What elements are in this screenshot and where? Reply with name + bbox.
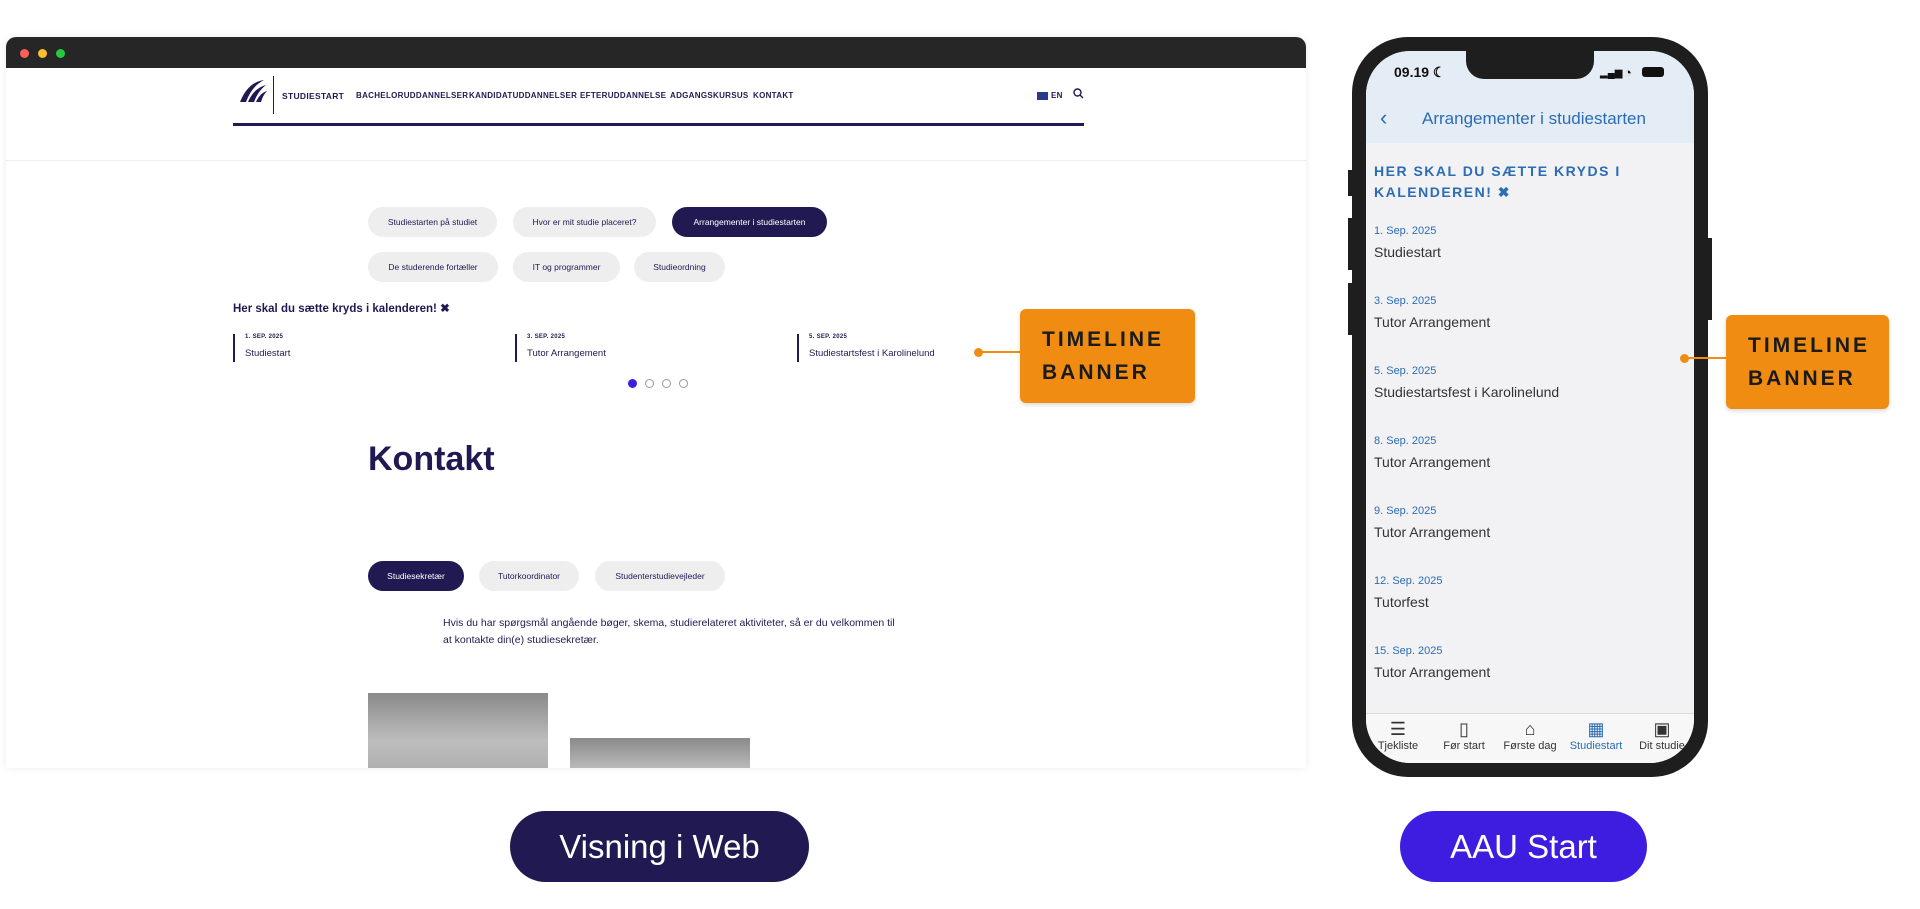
timeline-banner-callout: TIMELINE BANNER (1020, 309, 1195, 403)
signal-icon: ▂▄▆ (1600, 68, 1623, 79)
event-date: 12. Sep. 2025 (1374, 575, 1443, 587)
pill-hvor-er-mit-studie[interactable]: Hvor er mit studie placeret? (513, 207, 656, 237)
callout-pointer-line (980, 351, 1020, 353)
phone-button (1708, 238, 1712, 320)
nav-underline (6, 160, 1306, 161)
web-view-label: Visning i Web (510, 811, 809, 882)
timeline-date: 1. SEP. 2025 (245, 334, 284, 340)
tab-label: Første dag (1503, 740, 1557, 752)
app-view-label: AAU Start (1400, 811, 1647, 882)
app-page-title: Arrangementer i studiestarten (1422, 109, 1646, 128)
wifi-icon: ◔ (1624, 65, 1632, 80)
web-page: STUDIESTART BACHELORUDDANNELSER KANDIDAT… (6, 68, 1306, 768)
timeline-item[interactable]: 1. SEP. 2025 Studiestart (233, 334, 290, 362)
pill-de-studerende-fortaeller[interactable]: De studerende fortæller (368, 252, 498, 282)
nav-kontakt[interactable]: KONTAKT (753, 91, 794, 100)
tab-foer-start[interactable]: ▯ Før start (1432, 718, 1496, 752)
pill-arrangementer[interactable]: Arrangementer i studiestarten (672, 207, 827, 237)
contact-title: Kontakt (368, 440, 495, 478)
event-date: 5. Sep. 2025 (1374, 365, 1437, 377)
checklist-icon: ☰ (1389, 719, 1407, 739)
app-timeline-heading: HER SKAL DU SÆTTE KRYDS I KALENDEREN! ✖ (1374, 163, 1621, 200)
timeline-title: Studiestartsfest i Karolinelund (809, 348, 935, 359)
tab-label: Før start (1443, 740, 1485, 752)
carousel-dot[interactable] (662, 379, 671, 388)
callout-line-1: TIMELINE (1748, 334, 1870, 357)
language-switch[interactable]: EN (1037, 91, 1063, 100)
close-window-icon[interactable] (20, 49, 29, 58)
callout-line-1: TIMELINE (1042, 328, 1164, 351)
event-title[interactable]: Tutor Arrangement (1374, 664, 1490, 680)
tab-tjekliste[interactable]: ☰ Tjekliste (1366, 718, 1430, 752)
battery-icon (1642, 67, 1664, 77)
callout-pointer-line (1686, 357, 1726, 359)
timeline-date: 5. SEP. 2025 (809, 334, 848, 340)
event-title[interactable]: Studiestartsfest i Karolinelund (1374, 384, 1559, 400)
event-title[interactable]: Tutor Arrangement (1374, 524, 1490, 540)
tab-foerste-dag[interactable]: ⌂ Første dag (1498, 718, 1562, 752)
app-header: ‹ Arrangementer i studiestarten (1366, 95, 1694, 143)
back-chevron-icon[interactable]: ‹ (1380, 105, 1387, 131)
event-date: 15. Sep. 2025 (1374, 645, 1443, 657)
notebook-icon: ▯ (1459, 719, 1469, 739)
nav-adgangskursus[interactable]: ADGANGSKURSUS (670, 91, 749, 100)
event-title[interactable]: Tutor Arrangement (1374, 454, 1490, 470)
maximize-window-icon[interactable] (56, 49, 65, 58)
phone-screen: 09.19 ☾ ▂▄▆ ◔ ‹ Arrangementer i studiest… (1366, 51, 1694, 763)
tab-label: Tjekliste (1377, 740, 1419, 752)
building-icon: ⌂ (1524, 719, 1536, 739)
phone-notch (1466, 51, 1594, 79)
event-title[interactable]: Studiestart (1374, 244, 1441, 260)
search-icon[interactable] (1073, 88, 1084, 99)
timeline-item[interactable]: 5. SEP. 2025 Studiestartsfest i Karoline… (797, 334, 935, 362)
app-tab-bar: ☰ Tjekliste ▯ Før start ⌂ Første dag ▦ S… (1366, 713, 1694, 763)
pill-studieordning[interactable]: Studieordning (634, 252, 725, 282)
browser-title-bar (6, 37, 1306, 68)
flag-icon (1037, 91, 1048, 100)
callout-line-2: BANNER (1042, 361, 1150, 384)
tab-studiestart[interactable]: ▦ Studiestart (1564, 718, 1628, 752)
contact-description: Hvis du har spørgsmål angående bøger, sk… (443, 617, 895, 646)
callout-line-2: BANNER (1748, 367, 1856, 390)
timeline-banner-callout: TIMELINE BANNER (1726, 315, 1889, 409)
contact-photo (570, 738, 750, 768)
nav-kandidatuddannelser[interactable]: KANDIDATUDDANNELSER (469, 91, 577, 100)
carousel-dot[interactable] (679, 379, 688, 388)
event-date: 8. Sep. 2025 (1374, 435, 1437, 447)
language-label: EN (1051, 91, 1063, 100)
carousel-dot[interactable] (645, 379, 654, 388)
pill-studiestarten-paa-studiet[interactable]: Studiestarten på studiet (368, 207, 497, 237)
tab-label: Studiestart (1569, 740, 1623, 752)
minimize-window-icon[interactable] (38, 49, 47, 58)
phone-frame: 09.19 ☾ ▂▄▆ ◔ ‹ Arrangementer i studiest… (1352, 37, 1708, 777)
event-date: 1. Sep. 2025 (1374, 225, 1437, 237)
logo-divider (273, 76, 274, 114)
contact-card-icon: ▣ (1653, 719, 1671, 739)
timeline-title: Tutor Arrangement (527, 348, 606, 359)
event-date: 3. Sep. 2025 (1374, 295, 1437, 307)
timeline-title: Studiestart (245, 348, 291, 359)
timeline-item[interactable]: 3. SEP. 2025 Tutor Arrangement (515, 334, 606, 362)
timeline-heading: Her skal du sætte kryds i kalenderen! ✖ (233, 303, 450, 315)
nav-bacheloruddannelser[interactable]: BACHELORUDDANNELSER (356, 91, 468, 100)
aau-logo-icon[interactable] (238, 76, 268, 106)
calendar-icon: ▦ (1587, 719, 1605, 739)
status-time: 09.19 ☾ (1394, 64, 1446, 80)
timeline-date: 3. SEP. 2025 (527, 334, 566, 340)
contact-photo (368, 693, 548, 768)
carousel-dot-active[interactable] (628, 379, 637, 388)
tab-dit-studie[interactable]: ▣ Dit studie (1630, 718, 1694, 752)
event-date: 9. Sep. 2025 (1374, 505, 1437, 517)
top-navigation: STUDIESTART BACHELORUDDANNELSER KANDIDAT… (233, 68, 1084, 126)
pill-it-og-programmer[interactable]: IT og programmer (513, 252, 620, 282)
tab-label: Dit studie (1639, 740, 1685, 752)
event-title[interactable]: Tutor Arrangement (1374, 314, 1490, 330)
tab-studiesekretaer[interactable]: Studiesekretær (368, 561, 464, 591)
nav-efteruddannelse[interactable]: EFTERUDDANNELSE (580, 91, 666, 100)
tab-studenterstudievejleder[interactable]: Studenterstudievejleder (595, 561, 725, 591)
brand-studiestart[interactable]: STUDIESTART (282, 91, 344, 101)
event-title[interactable]: Tutorfest (1374, 594, 1429, 610)
tab-tutorkoordinator[interactable]: Tutorkoordinator (479, 561, 579, 591)
